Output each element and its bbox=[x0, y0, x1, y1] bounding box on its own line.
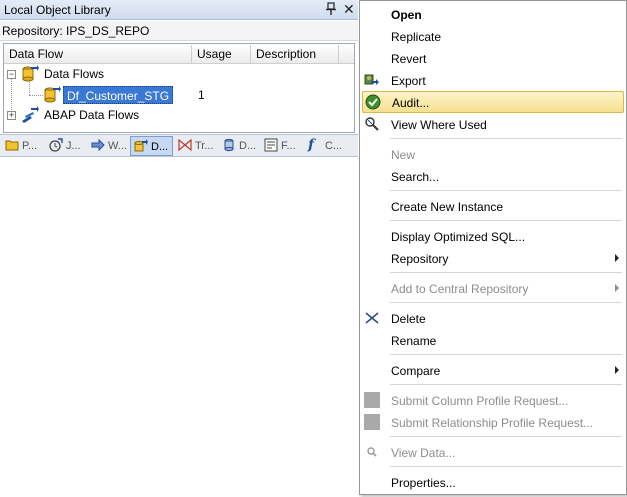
tree-node-df-customer-stg[interactable]: 1 bbox=[4, 85, 354, 105]
tab-datastores[interactable]: D... bbox=[219, 136, 259, 156]
usage-value: 1 bbox=[198, 88, 205, 102]
menu-item-add-to-central-repository[interactable]: Add to Central Repository bbox=[361, 277, 625, 299]
column-header-data-flow[interactable]: Data Flow bbox=[9, 47, 63, 61]
function-icon: f bbox=[308, 137, 315, 153]
audit-check-icon bbox=[365, 94, 381, 110]
tab-projects[interactable]: P... bbox=[2, 136, 44, 156]
menu-item-replicate[interactable]: Replicate bbox=[361, 25, 625, 47]
tab-transforms[interactable]: Tr... bbox=[175, 136, 217, 156]
data-flow-folder-icon bbox=[22, 65, 39, 82]
job-icon bbox=[49, 138, 63, 152]
column-headers: Data Flow Usage Description bbox=[4, 44, 354, 64]
workflow-icon bbox=[91, 138, 105, 152]
datastore-icon bbox=[224, 138, 234, 152]
menu-item-search[interactable]: Search... bbox=[361, 165, 625, 187]
menu-item-audit[interactable]: Audit... bbox=[362, 91, 624, 113]
menu-item-create-new-instance[interactable]: Create New Instance bbox=[361, 195, 625, 217]
menu-item-new[interactable]: New bbox=[361, 143, 625, 165]
export-icon bbox=[364, 74, 379, 85]
column-header-description[interactable]: Description bbox=[256, 47, 316, 61]
menu-item-repository[interactable]: Repository bbox=[361, 247, 625, 269]
submenu-arrow-icon bbox=[615, 254, 619, 262]
collapse-icon[interactable]: − bbox=[7, 70, 16, 79]
format-icon bbox=[264, 138, 278, 152]
tree-node-data-flows[interactable]: − Data Flows bbox=[4, 64, 354, 84]
context-menu: Open Replicate Revert Export Audit... Vi… bbox=[359, 0, 627, 495]
menu-separator bbox=[390, 190, 622, 191]
menu-item-rename[interactable]: Rename bbox=[361, 329, 625, 351]
submenu-arrow-icon bbox=[615, 284, 619, 292]
submenu-arrow-icon bbox=[615, 366, 619, 374]
transform-icon bbox=[178, 138, 192, 152]
data-flow-tree[interactable]: Data Flow Usage Description − Data Flows bbox=[3, 43, 355, 133]
close-icon[interactable]: ✕ bbox=[343, 1, 355, 17]
data-flow-tab-icon bbox=[134, 139, 148, 152]
menu-separator bbox=[390, 302, 622, 303]
menu-item-display-optimized-sql[interactable]: Display Optimized SQL... bbox=[361, 225, 625, 247]
local-object-library-panel: Local Object Library ✕ Repository: IPS_D… bbox=[0, 0, 358, 497]
folder-icon bbox=[5, 140, 19, 151]
menu-separator bbox=[390, 272, 622, 273]
tab-dataflows[interactable]: D... bbox=[130, 136, 173, 156]
repository-label: Repository: IPS_DS_REPO bbox=[2, 24, 150, 38]
column-header-usage[interactable]: Usage bbox=[197, 47, 232, 61]
tree-node-abap-label: ABAP Data Flows bbox=[44, 108, 140, 122]
pin-icon[interactable] bbox=[325, 2, 337, 16]
repository-line: Repository: IPS_DS_REPO bbox=[0, 21, 358, 41]
menu-item-submit-column-profile[interactable]: Submit Column Profile Request... bbox=[361, 389, 625, 411]
menu-item-view-data[interactable]: View Data... bbox=[361, 441, 625, 463]
tree-node-data-flows-label: Data Flows bbox=[44, 67, 105, 81]
profile-icon bbox=[364, 414, 380, 430]
library-tab-strip: P... J... W... D... Tr... D... F... f C. bbox=[0, 134, 358, 157]
tab-workflows[interactable]: W... bbox=[88, 136, 128, 156]
menu-item-compare[interactable]: Compare bbox=[361, 359, 625, 381]
menu-item-view-where-used[interactable]: View Where Used bbox=[361, 113, 625, 135]
menu-item-submit-relationship-profile[interactable]: Submit Relationship Profile Request... bbox=[361, 411, 625, 433]
view-data-icon bbox=[367, 447, 377, 457]
menu-item-properties[interactable]: Properties... bbox=[361, 471, 625, 493]
menu-separator bbox=[390, 466, 622, 467]
selected-data-flow-label[interactable]: Df_Customer_STG bbox=[63, 86, 174, 104]
menu-item-revert[interactable]: Revert bbox=[361, 47, 625, 69]
tab-formats[interactable]: F... bbox=[261, 136, 303, 156]
menu-item-open[interactable]: Open bbox=[361, 3, 625, 25]
expand-icon[interactable]: + bbox=[7, 111, 16, 120]
data-flow-icon bbox=[44, 86, 61, 103]
where-used-icon bbox=[365, 117, 379, 131]
tab-custom-functions[interactable]: f C... bbox=[305, 136, 347, 156]
panel-titlebar: Local Object Library ✕ bbox=[0, 0, 358, 20]
tree-node-abap-data-flows[interactable]: + ABAP Data Flows bbox=[4, 105, 354, 125]
delete-icon bbox=[365, 312, 379, 324]
menu-item-delete[interactable]: Delete bbox=[361, 307, 625, 329]
panel-title: Local Object Library bbox=[4, 3, 111, 17]
menu-separator bbox=[390, 384, 622, 385]
menu-separator bbox=[390, 220, 622, 221]
abap-data-flow-icon bbox=[22, 106, 39, 123]
tab-jobs[interactable]: J... bbox=[46, 136, 86, 156]
profile-icon bbox=[364, 392, 380, 408]
menu-item-export[interactable]: Export bbox=[361, 69, 625, 91]
menu-separator bbox=[390, 138, 622, 139]
menu-separator bbox=[390, 354, 622, 355]
menu-separator bbox=[390, 436, 622, 437]
